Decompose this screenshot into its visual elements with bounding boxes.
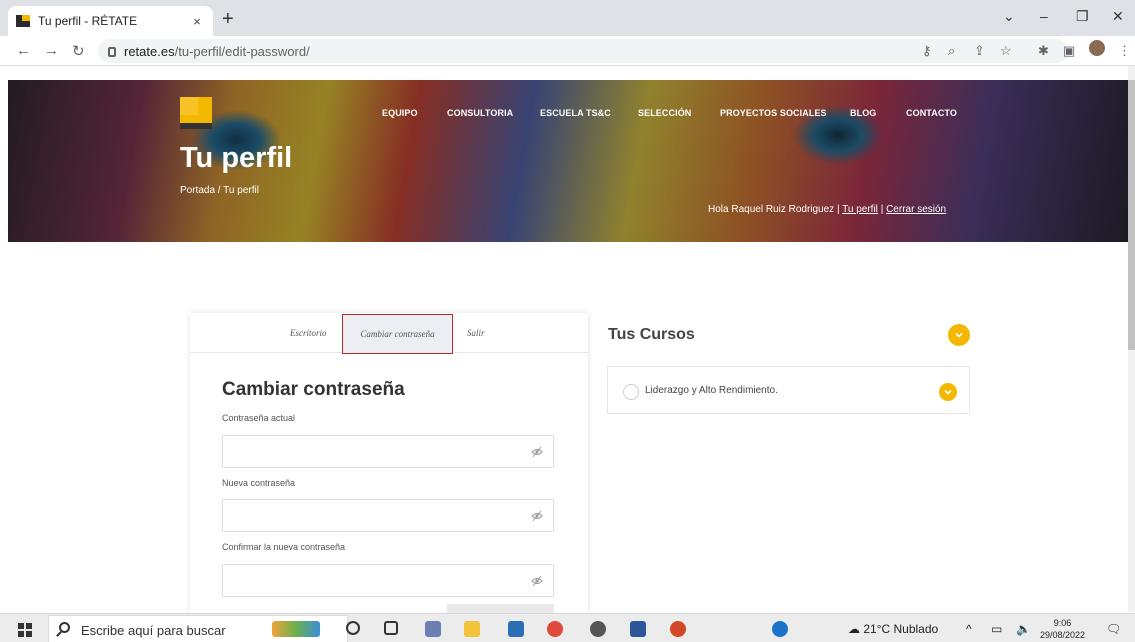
current-password-label: Contraseña actual bbox=[222, 413, 296, 423]
hero-banner: EQUIPO CONSULTORIA ESCUELA TS&C SELECCIÓ… bbox=[8, 80, 1128, 242]
new-password-label: Nueva contraseña bbox=[222, 478, 296, 488]
tab-escritorio[interactable]: Escritorio bbox=[290, 328, 327, 338]
expand-courses-icon[interactable] bbox=[948, 324, 970, 346]
password-key-icon[interactable]: ⚷ bbox=[922, 43, 932, 59]
weather-widget[interactable]: ☁ 21°C Nublado bbox=[848, 622, 938, 636]
tab-title: Tu perfil - RÉTATE bbox=[38, 14, 138, 28]
network-icon[interactable]: ▭ bbox=[991, 622, 1002, 636]
close-tab-icon[interactable]: × bbox=[189, 14, 205, 29]
user-greeting: Hola Raquel Ruiz Rodriguez | Tu perfil |… bbox=[708, 204, 946, 215]
confirm-password-label: Confirmar la nueva contraseña bbox=[222, 542, 346, 552]
file-explorer-icon[interactable] bbox=[464, 621, 480, 637]
photos-icon[interactable] bbox=[508, 621, 524, 637]
help-icon[interactable] bbox=[772, 621, 788, 637]
lock-icon bbox=[108, 47, 116, 57]
zoom-icon[interactable]: ⌕ bbox=[948, 43, 955, 59]
windows-taskbar: Escribe aquí para buscar ☁ 21°C Nublado … bbox=[0, 613, 1135, 642]
greeting-text: Hola Raquel Ruiz Rodriguez | bbox=[708, 204, 843, 215]
screen: Tu perfil - RÉTATE × + ⌄ – ❐ ✕ ← → ↻ ret… bbox=[0, 0, 1135, 642]
settings-gear-icon[interactable] bbox=[590, 621, 606, 637]
browser-toolbar: ← → ↻ retate.es/tu-perfil/edit-password/… bbox=[0, 36, 1135, 66]
app-icon-paint[interactable] bbox=[425, 621, 441, 637]
nav-item-equipo[interactable]: EQUIPO bbox=[382, 108, 418, 118]
nav-item-blog[interactable]: BLOG bbox=[850, 108, 876, 118]
chrome-icon[interactable] bbox=[547, 621, 563, 637]
nav-item-consultoria[interactable]: CONSULTORIA bbox=[447, 108, 513, 118]
back-icon[interactable]: ← bbox=[16, 42, 31, 59]
search-highlight-icon[interactable] bbox=[272, 621, 320, 637]
powerpoint-icon[interactable] bbox=[670, 621, 686, 637]
task-view-icon[interactable] bbox=[384, 621, 398, 635]
browser-tab[interactable]: Tu perfil - RÉTATE × bbox=[8, 6, 213, 36]
url-path: /tu-perfil/edit-password/ bbox=[174, 43, 310, 59]
tab-search-chevron-icon[interactable]: ⌄ bbox=[1003, 8, 1015, 25]
profile-tabs: Escritorio Cambiar contraseña Salir bbox=[190, 313, 588, 354]
volume-icon[interactable]: 🔈 bbox=[1016, 622, 1031, 636]
clock-time: 9:06 bbox=[1053, 618, 1072, 628]
close-window-icon[interactable]: ✕ bbox=[1112, 8, 1124, 25]
nav-item-seleccion[interactable]: SELECCIÓN bbox=[638, 108, 691, 118]
profile-card: Escritorio Cambiar contraseña Salir Camb… bbox=[190, 313, 588, 613]
system-clock[interactable]: 9:06 29/08/2022 bbox=[1040, 617, 1085, 641]
confirm-password-field[interactable] bbox=[222, 564, 554, 597]
greeting-separator: | bbox=[877, 204, 887, 215]
nav-item-proyectos-sociales[interactable]: PROYECTOS SOCIALES bbox=[720, 108, 827, 118]
new-password-field[interactable] bbox=[222, 499, 554, 532]
scrollbar-thumb[interactable] bbox=[1128, 80, 1135, 350]
hide-password-icon[interactable] bbox=[531, 446, 543, 458]
course-progress-ring-icon bbox=[623, 384, 639, 400]
minimize-icon[interactable]: – bbox=[1040, 8, 1048, 24]
forward-icon[interactable]: → bbox=[44, 42, 59, 59]
nav-item-escuela[interactable]: ESCUELA TS&C bbox=[540, 108, 611, 118]
cloud-icon: ☁ bbox=[848, 622, 860, 636]
site-favicon-icon bbox=[16, 15, 30, 27]
nav-item-contacto[interactable]: CONTACTO bbox=[906, 108, 957, 118]
search-icon bbox=[59, 622, 70, 633]
course-name: Liderazgo y Alto Rendimiento. bbox=[645, 385, 778, 396]
profile-link[interactable]: Tu perfil bbox=[842, 204, 878, 215]
hide-password-icon[interactable] bbox=[531, 575, 543, 587]
share-icon[interactable]: ⇪ bbox=[974, 43, 985, 59]
clock-date: 29/08/2022 bbox=[1040, 630, 1086, 640]
hide-password-icon[interactable] bbox=[531, 510, 543, 522]
side-panel-icon[interactable]: ▣ bbox=[1063, 43, 1075, 59]
notifications-icon[interactable]: 🗨 bbox=[1106, 622, 1121, 636]
breadcrumb: Portada / Tu perfil bbox=[180, 185, 259, 196]
courses-title: Tus Cursos bbox=[608, 326, 695, 343]
retate-logo[interactable] bbox=[180, 97, 212, 129]
bookmark-star-icon[interactable]: ☆ bbox=[1000, 43, 1012, 59]
browser-tab-strip: Tu perfil - RÉTATE × + ⌄ – ❐ ✕ bbox=[0, 0, 1135, 36]
logout-link[interactable]: Cerrar sesión bbox=[886, 204, 946, 215]
url-host: retate.es bbox=[124, 43, 175, 59]
search-placeholder: Escribe aquí para buscar bbox=[81, 623, 226, 638]
extensions-puzzle-icon[interactable]: ✱ bbox=[1038, 43, 1049, 59]
restore-window-icon[interactable]: ❐ bbox=[1076, 8, 1089, 25]
reload-icon[interactable]: ↻ bbox=[72, 42, 85, 60]
weather-text: 21°C Nublado bbox=[863, 622, 939, 636]
tray-chevron-icon[interactable]: ^ bbox=[966, 622, 972, 636]
expand-course-icon[interactable] bbox=[939, 383, 957, 401]
cortana-icon[interactable] bbox=[346, 621, 360, 635]
profile-avatar[interactable] bbox=[1089, 40, 1105, 56]
form-title: Cambiar contraseña bbox=[222, 379, 405, 400]
current-password-field[interactable] bbox=[222, 435, 554, 468]
tab-cambiar-contrasena[interactable]: Cambiar contraseña bbox=[342, 314, 453, 354]
tab-salir[interactable]: Salir bbox=[467, 328, 485, 338]
page-title: Tu perfil bbox=[180, 142, 293, 174]
more-menu-icon[interactable]: ⋮ bbox=[1118, 43, 1131, 59]
new-tab-button[interactable]: + bbox=[222, 9, 234, 29]
windows-start-icon[interactable] bbox=[18, 623, 32, 637]
course-item[interactable]: Liderazgo y Alto Rendimiento. bbox=[607, 366, 970, 414]
word-icon[interactable] bbox=[630, 621, 646, 637]
hero-overlay bbox=[8, 80, 1128, 242]
save-password-button[interactable] bbox=[447, 604, 554, 613]
